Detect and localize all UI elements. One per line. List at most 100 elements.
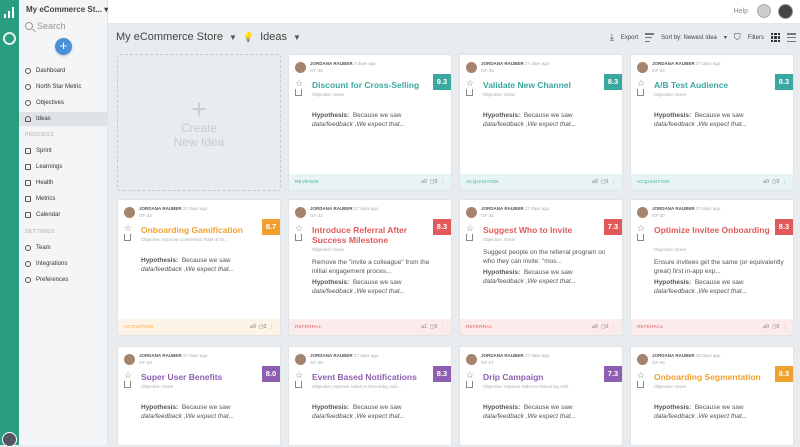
card-title[interactable]: Suggest Who to Invite [483,225,601,235]
sidebar-item-sprint[interactable]: Sprint [19,144,107,158]
more-options-icon[interactable]: ⋮ [611,179,616,185]
idea-card[interactable]: JORDANA RAUBER 3 days ago GF-36 ☆ Discou… [288,54,452,191]
sidebar-item-calendar[interactable]: Calendar [19,208,107,222]
sidebar-item-dashboard[interactable]: Dashboard [19,64,107,78]
card-objective: Objective: None [654,384,687,389]
card-category: REFERRAL [637,324,664,329]
card-code: GF-31 [481,213,494,218]
author-avatar [466,354,477,365]
idea-card[interactable]: JORDANA RAUBER 27 days ago GF-32 ☆ Intro… [288,199,452,336]
idea-card[interactable]: JORDANA RAUBER 27 days ago GF-35 ☆ Valid… [459,54,623,191]
share-icon[interactable] [295,381,302,388]
star-icon[interactable]: ☆ [637,370,645,381]
idea-card[interactable]: JORDANA RAUBER 27 days ago GF-34 ☆ A/B T… [630,54,794,191]
card-title[interactable]: Optimize Invitee Onboarding [654,225,772,235]
card-title[interactable]: Super User Benefits [141,372,259,382]
star-icon[interactable]: ☆ [295,223,303,234]
idea-card[interactable]: JORDANA RAUBER 27 days ago GF-27 ☆ Drip … [459,346,623,446]
share-icon[interactable] [295,89,302,96]
star-icon[interactable]: ☆ [466,78,474,89]
idea-card[interactable]: JORDANA RAUBER 27 days ago GF-30 ☆ Optim… [630,199,794,336]
sidebar-item-metrics[interactable]: Metrics [19,192,107,206]
card-category: ACTIVATION [124,324,154,329]
more-options-icon[interactable]: ⋮ [440,324,445,330]
sort-dropdown[interactable]: Sort by: Newest Idea [661,35,717,41]
sidebar-item-team[interactable]: Team [19,241,107,255]
star-icon[interactable]: ☆ [295,370,303,381]
share-icon[interactable] [466,234,473,241]
export-icon[interactable]: ⤓ [610,32,614,43]
ice-score-badge: 8.3 [433,366,451,382]
notifications-icon[interactable] [757,4,771,18]
more-options-icon[interactable]: ⋮ [440,179,445,185]
export-button[interactable]: Export [621,35,638,41]
chevron-down-icon[interactable]: ▼ [293,33,301,42]
grid-view-icon[interactable] [771,33,780,42]
idea-card[interactable]: JORDANA RAUBER 27 days ago GF-28 ☆ Event… [288,346,452,446]
card-code: GF-32 [310,213,323,218]
more-options-icon[interactable]: ⋮ [782,179,787,185]
share-icon[interactable] [637,89,644,96]
share-icon[interactable] [466,89,473,96]
share-icon[interactable] [637,234,644,241]
star-icon[interactable]: ☆ [295,78,303,89]
more-options-icon[interactable]: ⋮ [269,324,274,330]
star-icon[interactable]: ☆ [637,78,645,89]
card-objective: Objective: None [654,247,687,252]
sidebar-item-health[interactable]: Health [19,176,107,190]
author-avatar [295,354,306,365]
idea-card[interactable]: JORDANA RAUBER 27 days ago GF-31 ☆ Sugge… [459,199,623,336]
star-icon[interactable]: ☆ [466,370,474,381]
card-title[interactable]: Onboarding Gamification [141,225,259,235]
chevron-down-icon[interactable]: ▾ [724,34,727,41]
chevron-down-icon[interactable]: ▼ [229,33,237,42]
sidebar-item-objectives[interactable]: Objectives [19,96,107,110]
card-title[interactable]: Drip Campaign [483,372,601,382]
section-title[interactable]: Ideas [260,31,287,43]
share-icon[interactable] [637,381,644,388]
user-avatar[interactable] [778,4,793,19]
card-title[interactable]: Event Based Notifications [312,372,430,382]
idea-card[interactable]: JORDANA RAUBER 27 days ago GF-33 ☆ Onboa… [117,199,281,336]
card-title[interactable]: Validate New Channel [483,80,601,90]
idea-card[interactable]: JORDANA RAUBER 28 days ago GF-26 ☆ Onboa… [630,346,794,446]
sidebar-item-preferences[interactable]: Preferences [19,273,107,287]
filters-button[interactable]: Filters [748,35,764,41]
create-new-idea-card[interactable]: + Create New Idea [117,54,281,191]
star-icon[interactable]: ☆ [124,370,132,381]
list-view-icon[interactable] [787,33,796,42]
sidebar-item-learnings[interactable]: Learnings [19,160,107,174]
settings-gear-icon[interactable] [3,32,16,45]
card-code: GF-28 [310,360,323,365]
help-link[interactable]: Help [734,8,748,15]
share-icon[interactable] [466,381,473,388]
sidebar-item-north-star-metric[interactable]: North Star Metric [19,80,107,94]
idea-card[interactable]: JORDANA RAUBER 27 days ago GF-29 ☆ Super… [117,346,281,446]
filter-icon[interactable]: ⛉ [734,32,741,43]
sidebar-item-label: Objectives [36,100,65,106]
add-button[interactable]: + [55,38,72,55]
share-icon[interactable] [295,234,302,241]
card-hypothesis: Hypothesis: Because we saw data/feedback … [312,112,406,128]
sort-icon[interactable] [645,33,655,42]
card-title[interactable]: Discount for Cross-Selling [312,80,430,90]
share-icon[interactable] [124,234,131,241]
card-title[interactable]: Introduce Referral After Success Milesto… [312,225,430,245]
card-title[interactable]: A/B Test Audience [654,80,772,90]
growth-logo-icon[interactable] [4,6,16,18]
more-options-icon[interactable]: ⋮ [782,324,787,330]
star-icon[interactable]: ☆ [124,223,132,234]
star-icon[interactable]: ☆ [466,223,474,234]
store-switcher[interactable]: My eCommerce St... ▾ [26,5,108,14]
sidebar-search[interactable]: Search [25,21,66,31]
star-icon[interactable]: ☆ [637,223,645,234]
share-icon[interactable] [124,381,131,388]
sidebar-item-label: Integrations [36,261,68,267]
card-hypothesis: Hypothesis: Because we saw data/feedback … [654,112,748,128]
store-title[interactable]: My eCommerce Store [116,31,223,43]
more-options-icon[interactable]: ⋮ [611,324,616,330]
card-author: JORDANA RAUBER 3 days ago [310,61,376,66]
sidebar-item-ideas[interactable]: Ideas [19,112,107,126]
sidebar-item-integrations[interactable]: Integrations [19,257,107,271]
card-title[interactable]: Onboarding Segmentation [654,372,772,382]
